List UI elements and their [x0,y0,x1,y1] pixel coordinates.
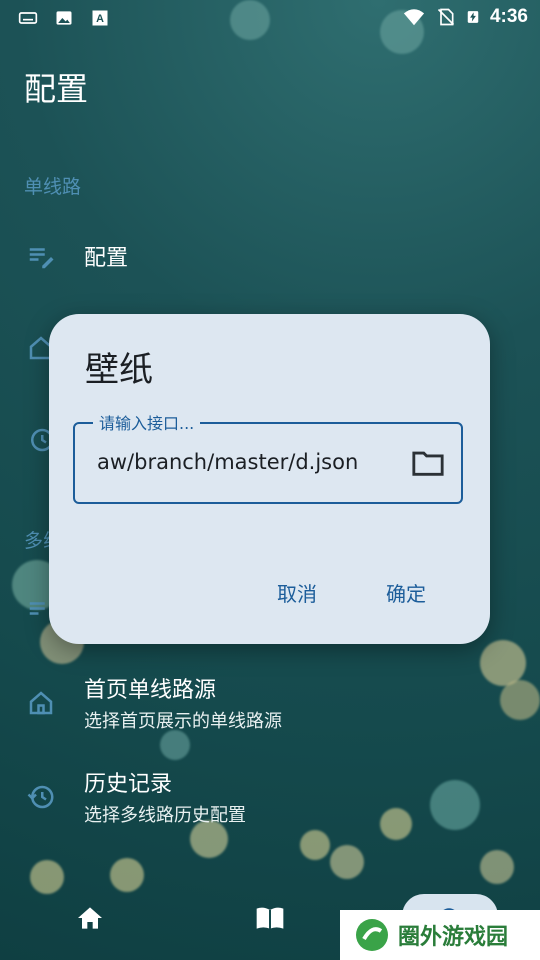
wallpaper-url-field[interactable]: 请输入接口... aw/branch/master/d.json [73,410,463,504]
clock: 4:36 [489,6,528,27]
watermark: 圈外游戏园 [340,910,540,960]
text-a-icon: A [92,10,108,26]
row-home-source-title[interactable]: 首页单线路源 [84,672,216,704]
row-history-subtitle: 选择多线路历史配置 [84,805,246,826]
home-nav-icon[interactable] [74,902,106,934]
watermark-text: 圈外游戏园 [398,925,509,950]
dialog-title: 壁纸 [85,350,153,390]
book-nav-icon[interactable] [254,902,286,934]
battery-charging-icon [467,11,479,23]
row-config[interactable]: 配置 [84,240,128,272]
history-icon [27,785,54,809]
row-history-title[interactable]: 历史记录 [84,766,172,798]
image-icon [56,11,72,25]
cancel-button[interactable]: 取消 [267,572,327,613]
page-title: 配置 [24,70,89,108]
confirm-button[interactable]: 确定 [376,572,436,613]
watermark-logo-icon [356,919,388,951]
no-sim-icon [437,8,455,26]
field-label: 请输入接口... [93,410,201,434]
edit-list-icon [29,248,54,269]
section-label-single: 单线路 [24,176,82,198]
svg-text:A: A [96,13,104,25]
home-icon [29,691,53,715]
status-bar: A 4:36 [0,0,540,36]
wallpaper-url-input[interactable]: aw/branch/master/d.json [97,450,358,474]
wifi-icon [403,9,425,26]
folder-icon[interactable] [411,448,445,478]
row-home-source-subtitle: 选择首页展示的单线路源 [84,711,282,732]
keyboard-icon [18,12,38,24]
wallpaper-dialog: 壁纸 请输入接口... aw/branch/master/d.json 取消 确… [49,314,490,644]
